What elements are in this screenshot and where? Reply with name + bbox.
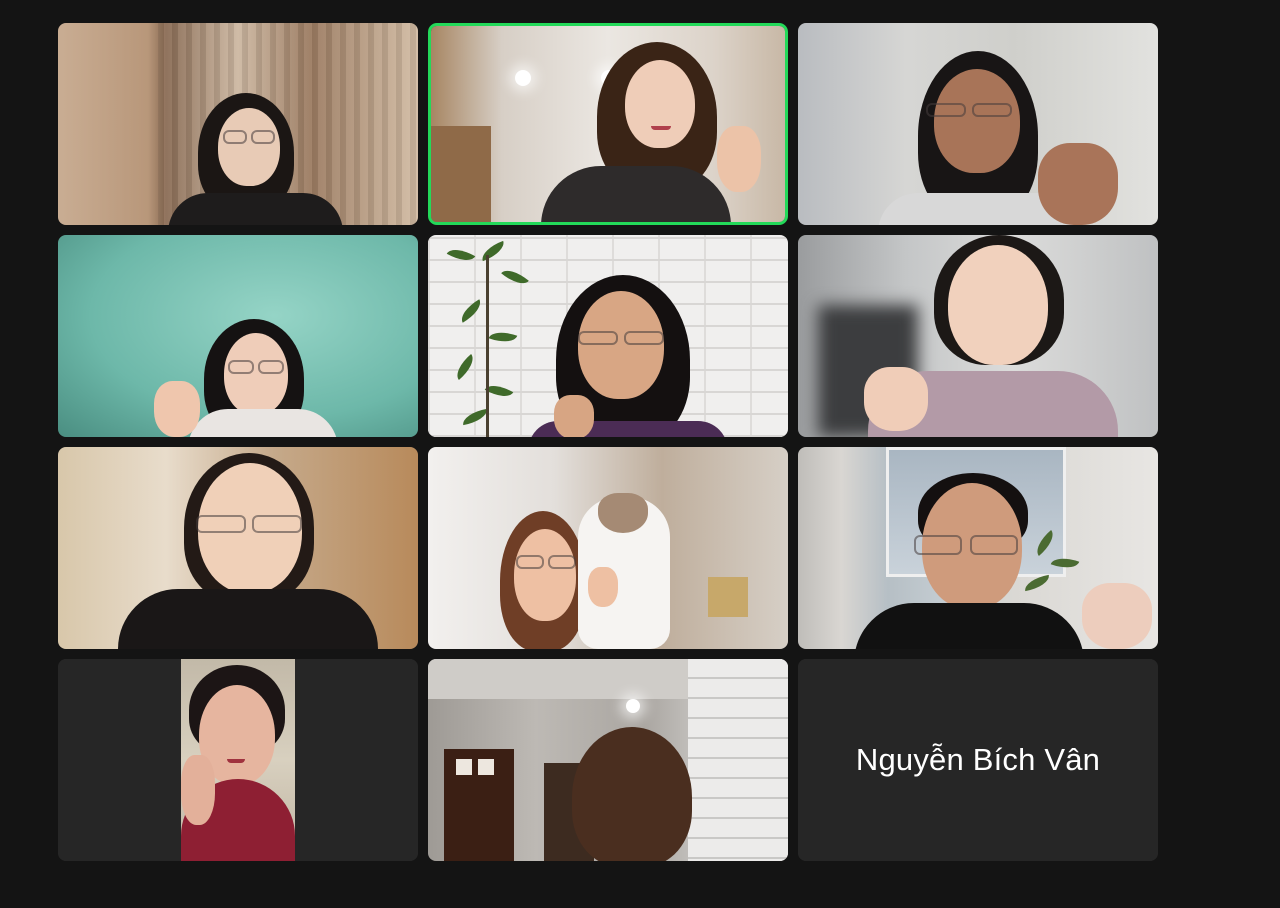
participant-video-tile[interactable]	[428, 235, 788, 437]
participant-video-tile[interactable]	[798, 447, 1158, 649]
video-gallery: Nguyễn Bích Vân	[0, 0, 1280, 908]
participant-video-tile[interactable]	[58, 23, 418, 225]
participant-video-tile[interactable]	[58, 659, 418, 861]
participant-video-tile[interactable]	[428, 447, 788, 649]
participant-video-tile[interactable]	[58, 235, 418, 437]
participant-video-tile[interactable]	[798, 235, 1158, 437]
participant-video-tile[interactable]	[798, 23, 1158, 225]
participant-video-tile-active-speaker[interactable]	[428, 23, 788, 225]
ceiling-light	[515, 70, 531, 86]
participant-video-tile[interactable]	[428, 659, 788, 861]
participant-video-tile[interactable]	[58, 447, 418, 649]
participant-tile-video-off[interactable]: Nguyễn Bích Vân	[798, 659, 1158, 861]
ceiling-light	[626, 699, 640, 713]
participant-name: Nguyễn Bích Vân	[855, 742, 1101, 777]
video-feed	[181, 659, 295, 861]
